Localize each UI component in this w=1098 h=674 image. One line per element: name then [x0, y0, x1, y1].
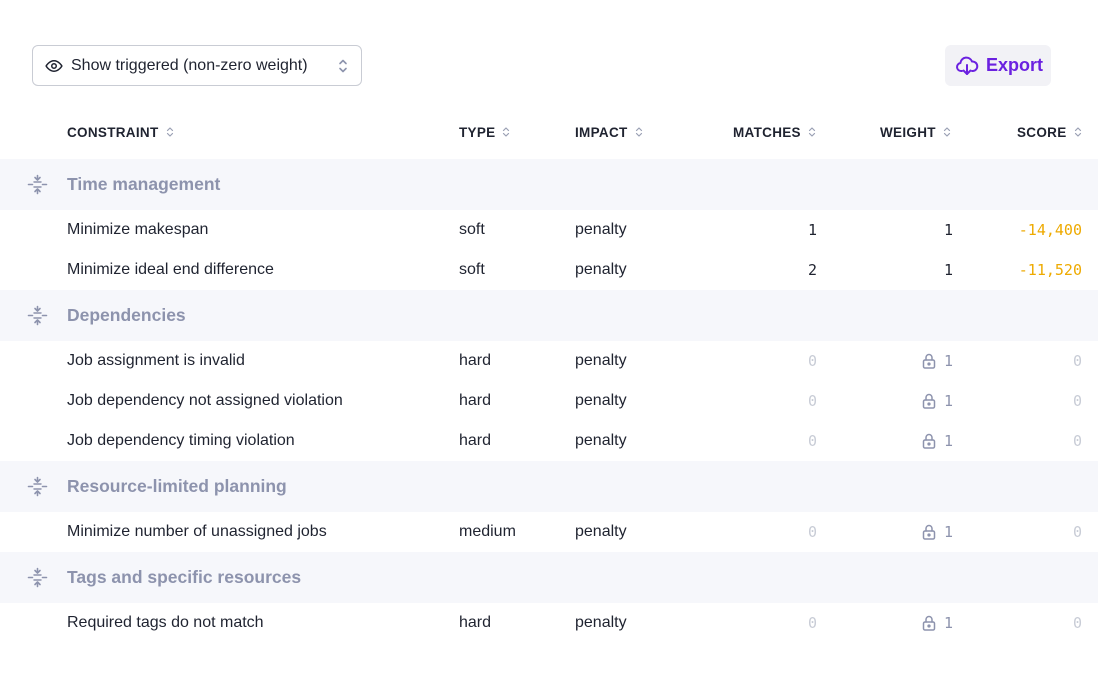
weight-cell[interactable]: 1	[922, 381, 953, 421]
sort-icon	[166, 127, 173, 137]
lock-icon	[922, 433, 936, 449]
score-value: 0	[1072, 523, 1082, 541]
matches-value: 0	[807, 614, 817, 632]
toolbar: Show triggered (non-zero weight) Export	[0, 0, 1098, 110]
weight-value: 1	[943, 221, 953, 239]
table-row[interactable]: Job assignment is invalid hard penalty 0 1 0	[0, 341, 1098, 381]
table-row[interactable]: Required tags do not match hard penalty 0 1 0	[0, 603, 1098, 643]
weight-value: 1	[943, 261, 953, 279]
sort-icon	[943, 127, 950, 137]
collapse-expand-icon[interactable]	[27, 174, 48, 195]
matches-value: 0	[807, 352, 817, 370]
table-header: CONSTRAINT TYPE IMPACT MATCHES WEIGHT SC…	[0, 112, 1098, 152]
filter-select-value: Show triggered (non-zero weight)	[71, 56, 308, 74]
weight-cell[interactable]: 1	[922, 421, 953, 461]
constraint-impact: penalty	[575, 614, 627, 631]
score-value: -11,520	[1018, 261, 1082, 279]
constraint-type: soft	[459, 221, 485, 238]
group-name: Time management	[67, 174, 221, 194]
lock-icon	[922, 353, 936, 369]
constraint-type: hard	[459, 392, 492, 409]
table-row[interactable]: Minimize makespan soft penalty 1 1 -14,400	[0, 210, 1098, 250]
column-header-type[interactable]: TYPE	[459, 112, 510, 152]
group-name: Dependencies	[67, 305, 186, 325]
group-name: Tags and specific resources	[67, 567, 302, 587]
score-value: 0	[1072, 614, 1082, 632]
lock-icon	[922, 393, 936, 409]
constraint-type: medium	[459, 523, 516, 540]
weight-value: 1	[943, 352, 953, 370]
lock-icon	[922, 615, 936, 631]
weight-value: 1	[943, 523, 953, 541]
lock-icon	[922, 524, 936, 540]
group-row[interactable]: Dependencies	[0, 290, 1098, 341]
sort-icon	[503, 127, 510, 137]
group-row[interactable]: Time management	[0, 159, 1098, 210]
constraint-table-body: Time management Minimize makespan soft pena…	[0, 159, 1098, 643]
constraint-impact: penalty	[575, 221, 627, 238]
collapse-expand-icon[interactable]	[27, 567, 48, 588]
constraint-name: Minimize number of unassigned jobs	[67, 523, 327, 540]
constraint-name: Required tags do not match	[67, 614, 264, 631]
constraint-impact: penalty	[575, 352, 627, 369]
table-row[interactable]: Job dependency not assigned violation har…	[0, 381, 1098, 421]
weight-cell[interactable]: 1	[922, 603, 953, 643]
collapse-expand-icon[interactable]	[27, 476, 48, 497]
group-row[interactable]: Resource-limited planning	[0, 461, 1098, 512]
constraint-type: hard	[459, 432, 492, 449]
sort-icon	[635, 127, 642, 137]
constraint-type: hard	[459, 352, 492, 369]
constraint-impact: penalty	[575, 523, 627, 540]
group-name: Resource-limited planning	[67, 476, 287, 496]
filter-select[interactable]: Show triggered (non-zero weight)	[32, 45, 362, 86]
export-button-label: Export	[986, 55, 1044, 75]
constraint-name: Minimize makespan	[67, 221, 209, 238]
eye-icon	[45, 57, 63, 75]
table-row[interactable]: Minimize ideal end difference soft penalty…	[0, 250, 1098, 290]
weight-cell[interactable]: 1	[944, 210, 953, 250]
column-header-score[interactable]: SCORE	[1017, 112, 1082, 152]
constraint-name: Job assignment is invalid	[67, 352, 245, 369]
score-value: -14,400	[1018, 221, 1082, 239]
constraint-impact: penalty	[575, 432, 627, 449]
constraint-type: hard	[459, 614, 492, 631]
score-value: 0	[1072, 352, 1082, 370]
column-header-weight[interactable]: WEIGHT	[880, 112, 951, 152]
cloud-download-icon	[955, 54, 979, 78]
score-value: 0	[1072, 392, 1082, 410]
weight-cell[interactable]: 1	[944, 250, 953, 290]
group-row[interactable]: Tags and specific resources	[0, 552, 1098, 603]
matches-value: 0	[807, 392, 817, 410]
table-row[interactable]: Minimize number of unassigned jobs medium…	[0, 512, 1098, 552]
constraint-impact: penalty	[575, 261, 627, 278]
constraint-name: Job dependency timing violation	[67, 432, 295, 449]
chevron-up-down-icon	[337, 57, 349, 75]
weight-cell[interactable]: 1	[922, 512, 953, 552]
column-header-matches[interactable]: MATCHES	[733, 112, 816, 152]
constraint-name: Job dependency not assigned violation	[67, 392, 343, 409]
export-button[interactable]: Export	[945, 45, 1051, 86]
matches-value: 0	[807, 523, 817, 541]
score-value: 0	[1072, 432, 1082, 450]
column-header-impact[interactable]: IMPACT	[575, 112, 643, 152]
weight-value: 1	[943, 432, 953, 450]
constraint-name: Minimize ideal end difference	[67, 261, 274, 278]
matches-value: 1	[807, 221, 817, 239]
constraint-type: soft	[459, 261, 485, 278]
weight-cell[interactable]: 1	[922, 341, 953, 381]
table-row[interactable]: Job dependency timing violation hard penal…	[0, 421, 1098, 461]
constraint-impact: penalty	[575, 392, 627, 409]
sort-icon	[808, 127, 815, 137]
sort-icon	[1074, 127, 1081, 137]
weight-value: 1	[943, 614, 953, 632]
collapse-expand-icon[interactable]	[27, 305, 48, 326]
weight-value: 1	[943, 392, 953, 410]
matches-value: 2	[807, 261, 817, 279]
column-header-constraint[interactable]: CONSTRAINT	[67, 112, 174, 152]
matches-value: 0	[807, 432, 817, 450]
